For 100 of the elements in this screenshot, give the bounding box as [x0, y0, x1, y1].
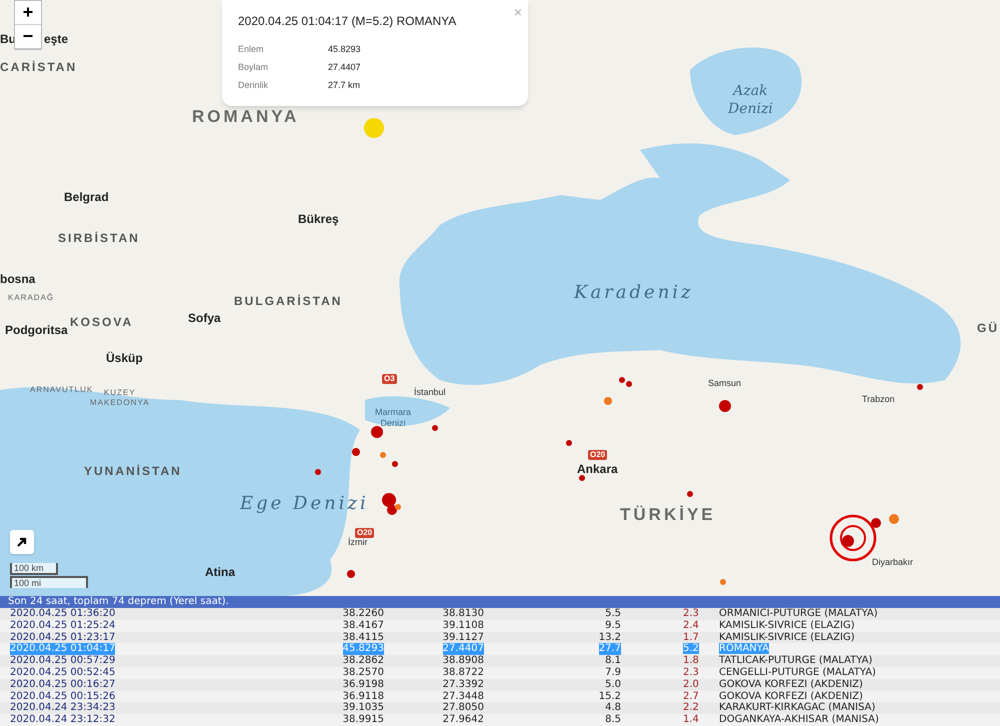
table-cell: 27.3392 [442, 678, 484, 691]
earthquake-dot[interactable] [619, 377, 625, 383]
earthquake-dot[interactable] [371, 426, 383, 438]
place-cell: KAMISLIK-SIVRICE (ELAZIG) [719, 620, 855, 631]
earthquake-dot[interactable] [315, 469, 321, 475]
magnitude-cell: 1.4 [683, 714, 699, 726]
earthquake-dot[interactable] [364, 118, 384, 138]
earthquake-dot[interactable] [719, 400, 731, 412]
zoom-out-button[interactable]: − [15, 25, 41, 49]
place-cell: ROMANYA [719, 643, 769, 654]
earthquake-dot[interactable] [432, 425, 438, 431]
earthquake-dot[interactable] [720, 579, 726, 585]
map-label: Azak Denizi [728, 82, 773, 118]
road-shield: O3 [382, 374, 397, 384]
map-label: BULGARİSTAN [234, 293, 342, 310]
table-row[interactable]: 2020.04.25 00:52:45 38.2570 38.8722 7.9 2.3 CENGELLI-PUTURGE (MALATYA) [0, 666, 1000, 679]
table-cell: 38.8722 [442, 666, 484, 679]
earthquake-dot[interactable] [566, 440, 572, 446]
map-label: İstanbul [414, 386, 446, 399]
table-caption: Son 24 saat, toplam 74 deprem (Yerel saat). [0, 596, 1000, 608]
field-label: Derinlik [238, 79, 270, 92]
map-label: Trabzon [862, 393, 895, 406]
earthquake-dot[interactable] [387, 505, 397, 515]
map-label: SIRBİSTAN [58, 230, 140, 247]
earthquake-dot[interactable] [842, 535, 854, 547]
scale-bar: 100 km [10, 563, 58, 575]
earthquake-dot[interactable] [889, 514, 899, 524]
earthquake-dot[interactable] [626, 381, 632, 387]
road-shield: O20 [588, 450, 608, 460]
field-label: Boylam [238, 61, 270, 74]
place-cell: KARAKURT-KIRKAGAC (MANISA) [719, 702, 876, 714]
magnitude-cell: 2.3 [683, 666, 699, 678]
earthquake-dot[interactable] [380, 452, 386, 458]
magnitude-cell: 2.4 [683, 620, 699, 631]
table-cell: 27.7 [598, 643, 621, 656]
table-cell: 39.1035 [342, 702, 384, 714]
table-cell: 27.9642 [442, 714, 484, 726]
magnitude-cell: 2.7 [683, 690, 699, 702]
map-label: GÜ [977, 320, 999, 337]
time-cell: 2020.04.24 23:12:32 [10, 714, 116, 726]
time-cell: 2020.04.25 01:04:17 [10, 643, 116, 656]
table-cell: 7.9 [605, 666, 621, 679]
earthquake-dot[interactable] [687, 491, 693, 497]
earthquake-dot[interactable] [347, 570, 355, 578]
map-label: YUNANİSTAN [84, 463, 182, 480]
table-cell: 9.5 [605, 620, 621, 632]
table-cell: 27.8050 [442, 702, 484, 714]
earthquake-dot[interactable] [395, 504, 401, 510]
earthquake-dot[interactable] [579, 475, 585, 481]
table-row[interactable]: 2020.04.25 00:15:26 36.9118 27.3448 15.2 2.7 GOKOVA KORFEZI (AKDENIZ) [0, 690, 1000, 702]
table-cell: 4.8 [605, 702, 621, 714]
time-cell: 2020.04.25 00:16:27 [10, 678, 116, 691]
place-cell: KAMISLIK-SIVRICE (ELAZIG) [719, 632, 855, 643]
place-cell: GOKOVA KORFEZI (AKDENIZ) [719, 690, 863, 702]
earthquake-dot[interactable] [871, 518, 881, 528]
map-label: CARİSTAN [0, 59, 78, 76]
table-cell: 45.8293 [342, 643, 384, 656]
table-cell: 5.5 [605, 608, 621, 620]
place-cell: CENGELLI-PUTURGE (MALATYA) [719, 666, 876, 678]
magnitude-cell: 1.7 [683, 632, 699, 643]
table-row[interactable]: 2020.04.24 23:12:32 38.9915 27.9642 8.5 1.4 DOGANKAYA-AKHISAR (MANISA) [0, 714, 1000, 726]
map-label: Ankara [577, 461, 618, 478]
expand-button[interactable] [10, 530, 34, 554]
map-label: TÜRKİYE [620, 504, 716, 526]
place-cell: ORMANICI-PUTURGE (MALATYA) [719, 608, 878, 619]
time-cell: 2020.04.25 00:15:26 [10, 690, 116, 702]
table-cell: 39.1127 [442, 632, 484, 644]
table-cell: 38.2862 [342, 655, 384, 667]
field-value: 27.7 km [328, 79, 362, 92]
earthquake-dot[interactable] [382, 493, 396, 507]
earthquake-dot[interactable] [917, 384, 923, 390]
zoom-in-button[interactable]: + [15, 1, 41, 25]
earthquake-dot[interactable] [352, 448, 360, 456]
table-cell: 36.9118 [342, 690, 384, 702]
road-shield: O20 [355, 528, 374, 538]
map-label: İzmir [348, 536, 368, 549]
map-label: Üsküp [106, 350, 143, 367]
table-cell: 38.2570 [342, 666, 384, 679]
map-label: Diyarbakır [872, 556, 914, 569]
earthquake-dot[interactable] [392, 461, 398, 467]
place-cell: TATLICAK-PUTURGE (MALATYA) [719, 655, 872, 666]
table-cell: 27.3448 [442, 690, 484, 702]
map-label: eşte [44, 31, 68, 48]
map-label: Sofya [188, 310, 221, 327]
place-cell: GOKOVA KORFEZI (AKDENIZ) [719, 678, 863, 690]
time-cell: 2020.04.25 00:52:45 [10, 666, 116, 679]
map-label: ROMANYA [192, 106, 300, 128]
table-cell: 5.0 [605, 678, 621, 691]
time-cell: 2020.04.25 01:25:24 [10, 620, 116, 632]
table-row[interactable]: 2020.04.25 01:25:24 38.4167 39.1108 9.5 2.4 KAMISLIK-SIVRICE (ELAZIG) [0, 620, 1000, 632]
table-cell: 39.1108 [442, 620, 484, 632]
time-cell: 2020.04.25 01:23:17 [10, 632, 116, 644]
map-label: KARADAĞ [8, 293, 54, 303]
map-label: Podgoritsa [5, 322, 68, 339]
earthquake-dot[interactable] [604, 397, 612, 405]
table-cell: 8.1 [605, 655, 621, 667]
map-label: Karadeniz [574, 281, 694, 305]
map-label: Samsun [708, 377, 742, 390]
map-label: bosna [0, 271, 36, 288]
table-cell: 13.2 [598, 632, 621, 644]
